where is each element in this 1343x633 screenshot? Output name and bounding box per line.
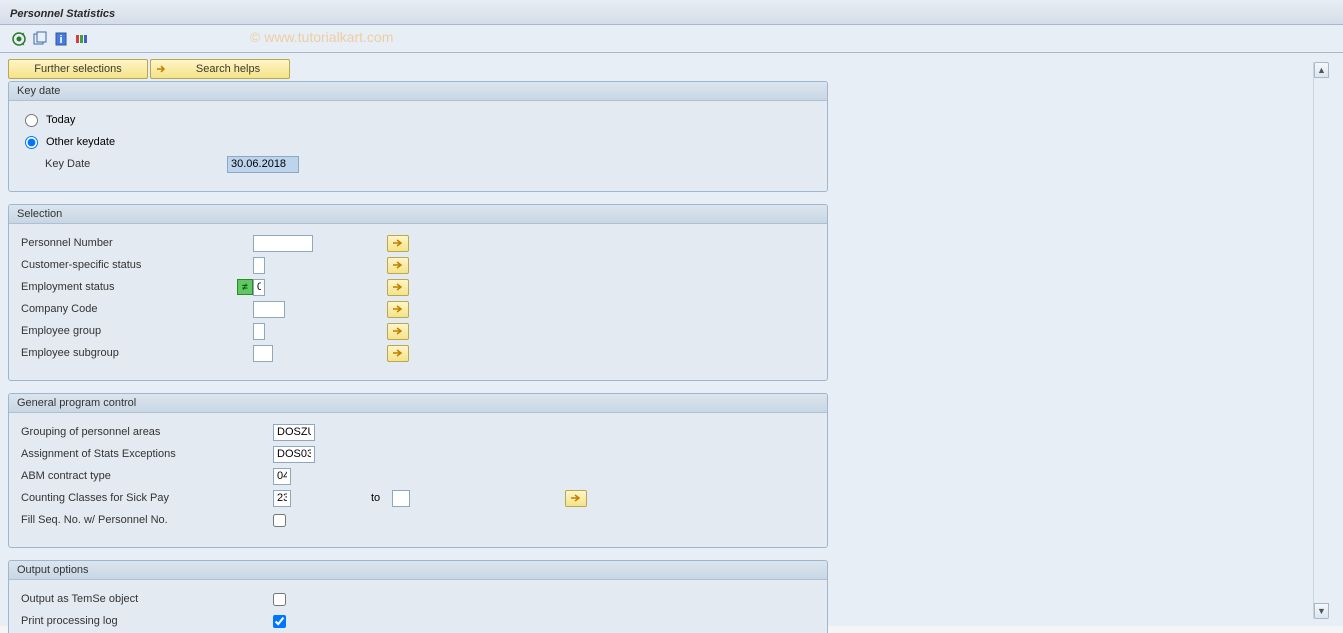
print-log-checkbox[interactable]: [273, 615, 286, 628]
fill-seq-checkbox[interactable]: [273, 514, 286, 527]
arrow-right-icon: [155, 63, 167, 75]
employee-subgroup-multi-button[interactable]: [387, 345, 409, 362]
customer-status-input[interactable]: [253, 257, 265, 274]
employee-group-input[interactable]: [253, 323, 265, 340]
title-bar: Personnel Statistics: [0, 0, 1343, 25]
grouping-label: Grouping of personnel areas: [17, 426, 273, 438]
output-group: Output options Output as TemSe object Pr…: [8, 560, 828, 633]
company-code-label: Company Code: [17, 303, 237, 315]
personnel-number-label: Personnel Number: [17, 237, 237, 249]
variant-icon[interactable]: [31, 30, 49, 48]
company-code-multi-button[interactable]: [387, 301, 409, 318]
employment-status-label: Employment status: [17, 281, 237, 293]
assignment-label: Assignment of Stats Exceptions: [17, 448, 273, 460]
employment-status-multi-button[interactable]: [387, 279, 409, 296]
key-date-group: Key date Today Other keydate Key Date: [8, 81, 828, 192]
search-helps-button[interactable]: Search helps: [150, 59, 290, 79]
assignment-input[interactable]: [273, 446, 315, 463]
further-selections-button[interactable]: Further selections: [8, 59, 148, 79]
customer-status-label: Customer-specific status: [17, 259, 237, 271]
company-code-input[interactable]: [253, 301, 285, 318]
gpc-group: General program control Grouping of pers…: [8, 393, 828, 548]
further-selections-label: Further selections: [34, 63, 121, 75]
abm-label: ABM contract type: [17, 470, 273, 482]
counting-label: Counting Classes for Sick Pay: [17, 492, 273, 504]
fill-seq-label: Fill Seq. No. w/ Personnel No.: [17, 514, 273, 526]
customer-status-multi-button[interactable]: [387, 257, 409, 274]
app-toolbar: i © www.tutorialkart.com: [0, 25, 1343, 53]
employee-group-label: Employee group: [17, 325, 237, 337]
key-date-label: Key Date: [17, 158, 223, 170]
execute-icon[interactable]: [10, 30, 28, 48]
output-header: Output options: [9, 561, 827, 580]
personnel-number-multi-button[interactable]: [387, 235, 409, 252]
button-row: Further selections Search helps: [8, 59, 1335, 79]
today-label: Today: [46, 114, 75, 126]
personnel-number-input[interactable]: [253, 235, 313, 252]
gpc-header: General program control: [9, 394, 827, 413]
main-content: Further selections Search helps Key date…: [0, 53, 1343, 626]
counting-multi-button[interactable]: [565, 490, 587, 507]
grouping-input[interactable]: [273, 424, 315, 441]
other-keydate-label: Other keydate: [46, 136, 115, 148]
abm-input[interactable]: [273, 468, 291, 485]
employee-group-multi-button[interactable]: [387, 323, 409, 340]
scroll-down-icon[interactable]: ▼: [1314, 603, 1329, 619]
color-bars-icon[interactable]: [73, 30, 91, 48]
key-date-header: Key date: [9, 82, 827, 101]
temse-label: Output as TemSe object: [17, 593, 273, 605]
to-label: to: [371, 492, 380, 504]
counting-to-input[interactable]: [392, 490, 410, 507]
today-radio[interactable]: [25, 114, 38, 127]
watermark-text: © www.tutorialkart.com: [250, 29, 393, 45]
vertical-scrollbar[interactable]: ▲ ▼: [1313, 62, 1329, 619]
scroll-up-icon[interactable]: ▲: [1314, 62, 1329, 78]
page-title: Personnel Statistics: [10, 8, 115, 20]
key-date-input[interactable]: [227, 156, 299, 173]
employee-subgroup-label: Employee subgroup: [17, 347, 237, 359]
employment-status-input[interactable]: [253, 279, 265, 296]
info-icon[interactable]: i: [52, 30, 70, 48]
counting-from-input[interactable]: [273, 490, 291, 507]
employee-subgroup-input[interactable]: [253, 345, 273, 362]
selection-group: Selection Personnel Number Customer-spec…: [8, 204, 828, 381]
other-keydate-radio[interactable]: [25, 136, 38, 149]
temse-checkbox[interactable]: [273, 593, 286, 606]
svg-text:i: i: [59, 34, 62, 46]
print-log-label: Print processing log: [17, 615, 273, 627]
search-helps-label: Search helps: [196, 63, 260, 75]
selection-header: Selection: [9, 205, 827, 224]
not-equal-icon[interactable]: ≠: [237, 279, 253, 295]
